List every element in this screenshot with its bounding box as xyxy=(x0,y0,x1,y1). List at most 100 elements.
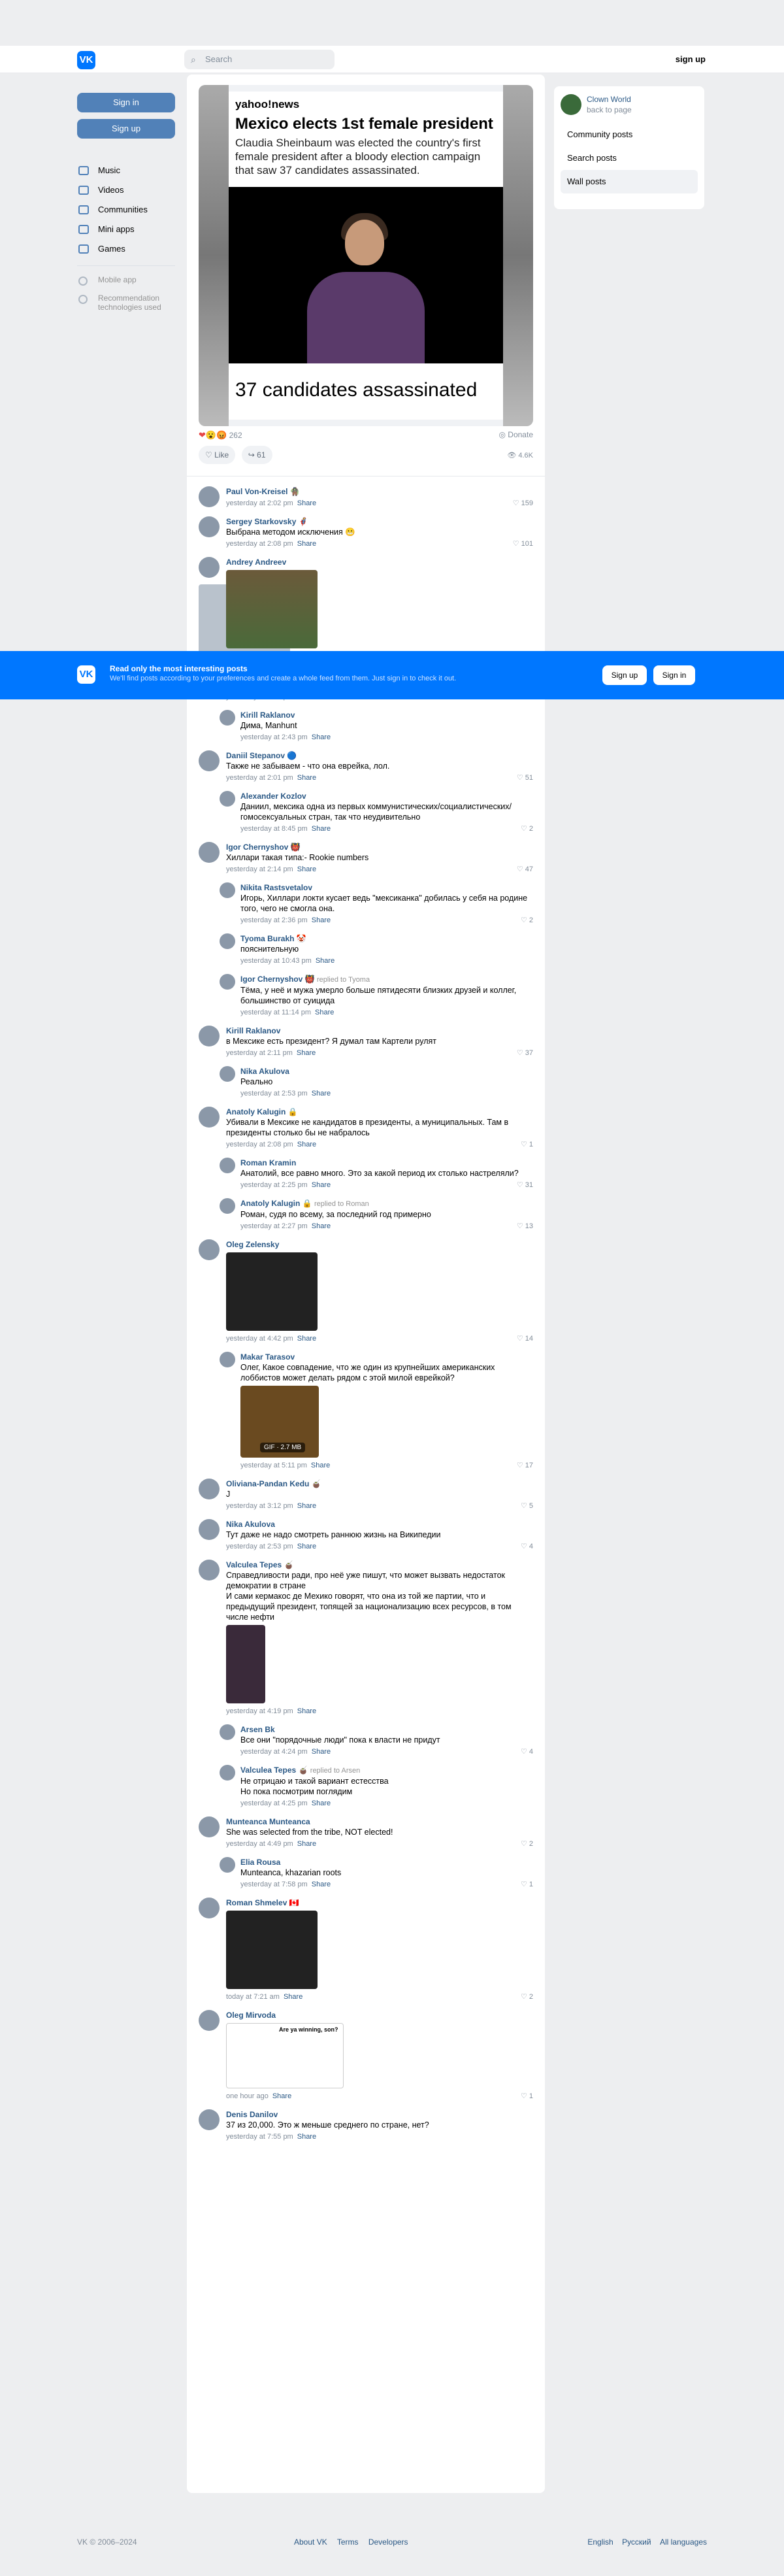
comment-time[interactable]: yesterday at 2:25 pm xyxy=(240,1181,308,1189)
lang-all[interactable]: All languages xyxy=(660,2537,707,2547)
comment-share-link[interactable]: Share xyxy=(311,1462,330,1469)
comment-author[interactable]: Roman Kramin xyxy=(240,1158,533,1168)
comment-gif[interactable]: GIF · 2.7 MB xyxy=(240,1386,319,1458)
comment-share-link[interactable]: Share xyxy=(272,2092,291,2100)
comment-share-link[interactable]: Share xyxy=(297,2133,316,2141)
comment-author[interactable]: Oleg Zelensky xyxy=(226,1239,533,1250)
comment-time[interactable]: yesterday at 2:08 pm xyxy=(226,540,293,548)
banner-sign-up-button[interactable]: Sign up xyxy=(602,665,647,685)
reactions[interactable]: ❤😮😡 262 xyxy=(199,430,242,441)
comment-share-link[interactable]: Share xyxy=(312,825,331,833)
comment-author[interactable]: Arsen Bk xyxy=(240,1724,533,1735)
share-button[interactable]: ↪ 61 xyxy=(241,446,272,464)
comment-share-link[interactable]: Share xyxy=(297,1141,316,1148)
avatar[interactable] xyxy=(220,974,235,990)
comment-share-link[interactable]: Share xyxy=(312,1222,331,1230)
comment-likes[interactable]: ♡ 37 xyxy=(517,1048,533,1058)
comment-share-link[interactable]: Share xyxy=(312,1748,331,1756)
comment-share-link[interactable]: Share xyxy=(297,1840,316,1848)
community-name[interactable]: Clown World xyxy=(587,94,698,105)
avatar[interactable] xyxy=(199,1026,220,1046)
comment-time[interactable]: yesterday at 3:12 pm xyxy=(226,1502,293,1510)
nav-mobile-app[interactable]: Mobile app xyxy=(77,275,175,293)
comment-time[interactable]: yesterday at 2:08 pm xyxy=(226,1141,293,1148)
sign-in-button[interactable]: Sign in xyxy=(77,93,175,112)
comment-author[interactable]: Nikita Rastsvetalov xyxy=(240,882,533,893)
avatar[interactable] xyxy=(199,1239,220,1260)
comment-author[interactable]: Sergey Starkovsky 🦸 xyxy=(226,516,533,527)
avatar[interactable] xyxy=(220,710,235,726)
avatar[interactable] xyxy=(220,1857,235,1873)
comment-author[interactable]: Paul Von-Kreisel 🧌 xyxy=(226,486,533,497)
comment-author[interactable]: Nika Akulova xyxy=(240,1066,533,1077)
comment-author[interactable]: Roman Shmelev 🇨🇦 xyxy=(226,1898,533,1908)
comment-share-link[interactable]: Share xyxy=(297,1707,316,1715)
avatar[interactable] xyxy=(199,486,220,507)
avatar[interactable] xyxy=(199,2109,220,2130)
comment-share-link[interactable]: Share xyxy=(297,1049,316,1057)
comment-share-link[interactable]: Share xyxy=(297,499,316,507)
signup-link[interactable]: sign up xyxy=(676,54,706,64)
avatar[interactable] xyxy=(199,516,220,537)
comment-likes[interactable]: ♡ 5 xyxy=(521,1501,533,1511)
avatar[interactable] xyxy=(220,1724,235,1740)
comment-time[interactable]: one hour ago xyxy=(226,2092,269,2100)
comment-likes[interactable]: ♡ 4 xyxy=(521,1747,533,1757)
comment-time[interactable]: yesterday at 7:55 pm xyxy=(226,2133,293,2141)
comment-share-link[interactable]: Share xyxy=(297,1502,316,1510)
comment-author[interactable]: Alexander Kozlov xyxy=(240,791,533,801)
comment-time[interactable]: yesterday at 2:53 pm xyxy=(226,1543,293,1550)
avatar[interactable] xyxy=(220,933,235,949)
comment-likes[interactable]: ♡ 4 xyxy=(521,1541,533,1552)
avatar[interactable] xyxy=(220,1198,235,1214)
footer-developers-link[interactable]: Developers xyxy=(368,2537,408,2547)
comment-share-link[interactable]: Share xyxy=(312,733,331,741)
avatar[interactable] xyxy=(220,1066,235,1082)
comment-share-link[interactable]: Share xyxy=(312,1799,331,1807)
comment-share-link[interactable]: Share xyxy=(297,1543,316,1550)
comment-image[interactable] xyxy=(226,570,318,648)
comment-time[interactable]: today at 7:21 am xyxy=(226,1993,280,2001)
comment-author[interactable]: Daniil Stepanov 🔵 xyxy=(226,750,533,761)
comment-time[interactable]: yesterday at 2:14 pm xyxy=(226,865,293,873)
comment-author[interactable]: Denis Danilov xyxy=(226,2109,533,2120)
comment-time[interactable]: yesterday at 2:53 pm xyxy=(240,1090,308,1097)
post-image[interactable]: yahoo!news Mexico elects 1st female pres… xyxy=(199,85,533,426)
comment-time[interactable]: yesterday at 4:19 pm xyxy=(226,1707,293,1715)
comment-time[interactable]: yesterday at 4:25 pm xyxy=(240,1799,308,1807)
avatar[interactable] xyxy=(199,842,220,863)
comment-time[interactable]: yesterday at 2:27 pm xyxy=(240,1222,308,1230)
comment-share-link[interactable]: Share xyxy=(315,1009,334,1016)
comment-time[interactable]: yesterday at 4:49 pm xyxy=(226,1840,293,1848)
avatar[interactable] xyxy=(220,1158,235,1173)
comment-time[interactable]: yesterday at 2:11 pm xyxy=(226,1049,293,1057)
comment-author[interactable]: Oleg Mirvoda xyxy=(226,2010,533,2020)
comment-author[interactable]: Igor Chernyshov 👹 xyxy=(226,842,533,852)
comment-time[interactable]: yesterday at 11:14 pm xyxy=(240,1009,311,1016)
nav-games[interactable]: Games xyxy=(77,239,175,259)
avatar[interactable] xyxy=(220,1765,235,1781)
avatar[interactable] xyxy=(199,1479,220,1499)
comment-likes[interactable]: ♡ 1 xyxy=(521,2091,533,2101)
comment-author[interactable]: Tyoma Burakh 🤡 xyxy=(240,933,533,944)
comment-time[interactable]: yesterday at 10:43 pm xyxy=(240,957,312,965)
nav-videos[interactable]: Videos xyxy=(77,180,175,200)
avatar[interactable] xyxy=(220,882,235,898)
comment-share-link[interactable]: Share xyxy=(316,957,335,965)
comment-likes[interactable]: ♡ 14 xyxy=(517,1333,533,1344)
comment-share-link[interactable]: Share xyxy=(312,1881,331,1888)
comment-share-link[interactable]: Share xyxy=(297,774,316,782)
comment-time[interactable]: yesterday at 5:11 pm xyxy=(240,1462,307,1469)
comment-time[interactable]: yesterday at 4:42 pm xyxy=(226,1335,293,1343)
comment-likes[interactable]: ♡ 2 xyxy=(521,915,533,926)
footer-about-link[interactable]: About VK xyxy=(294,2537,327,2547)
comment-author[interactable]: Makar Tarasov xyxy=(240,1352,533,1362)
donate-button[interactable]: ◎ Donate xyxy=(498,430,533,439)
back-to-page[interactable]: back to page xyxy=(587,105,698,115)
community-card[interactable]: Clown World back to page xyxy=(561,94,698,123)
comment-image[interactable]: Are ya winning, son? xyxy=(226,2023,344,2088)
comment-time[interactable]: yesterday at 2:36 pm xyxy=(240,916,308,924)
search-input[interactable]: ⌕ Search xyxy=(184,50,335,69)
avatar[interactable] xyxy=(199,557,220,578)
comment-likes[interactable]: ♡ 1 xyxy=(521,1139,533,1150)
